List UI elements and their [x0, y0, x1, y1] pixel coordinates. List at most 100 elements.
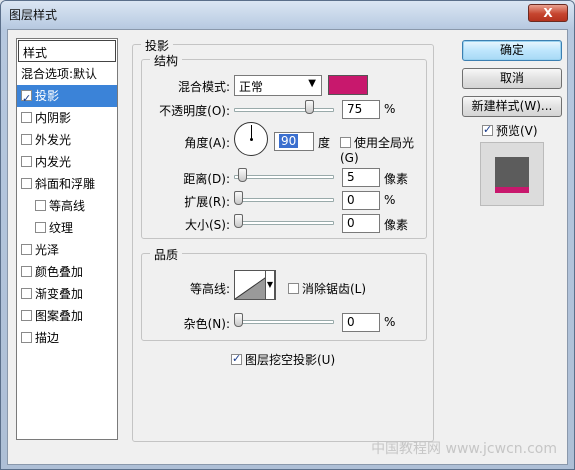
antialias-checkbox[interactable]: 消除锯齿(L): [288, 280, 366, 297]
global-light-label: 使用全局光(G): [340, 136, 415, 165]
noise-label: 杂色(N):: [183, 317, 230, 331]
sidebar-item-checkbox[interactable]: [21, 178, 32, 189]
sidebar-item[interactable]: 投影: [17, 85, 117, 110]
opacity-slider-track[interactable]: [234, 108, 334, 112]
sidebar-item-label: 渐变叠加: [35, 287, 84, 301]
opacity-input[interactable]: 75: [342, 100, 380, 119]
preview-check[interactable]: [482, 123, 493, 136]
new-style-button[interactable]: 新建样式(W)...: [462, 96, 562, 117]
sidebar-item-checkbox[interactable]: [21, 112, 32, 123]
sidebar-item[interactable]: 图案叠加: [17, 305, 117, 327]
structure-title: 结构: [150, 52, 183, 69]
drop-shadow-group: 投影 结构 混合模式: 正常 ▼ 不透明度(O): 75 % 角度(A): 90…: [132, 37, 434, 442]
chevron-down-icon: ▼: [266, 280, 274, 289]
sidebar-item-label: 等高线: [49, 199, 86, 213]
global-light-checkbox[interactable]: 使用全局光(G): [340, 134, 426, 165]
size-unit: 像素: [384, 218, 409, 232]
angle-value: 90: [279, 134, 299, 148]
noise-slider-thumb[interactable]: [234, 313, 243, 327]
opacity-unit: %: [384, 102, 396, 116]
opacity-label: 不透明度(O):: [159, 104, 230, 118]
sidebar-item-label: 纹理: [49, 221, 74, 235]
sidebar-item-label: 投影: [35, 89, 60, 103]
sidebar-item-checkbox[interactable]: [21, 266, 32, 277]
style-list-header[interactable]: 样式: [18, 40, 116, 62]
global-light-check[interactable]: [340, 137, 351, 148]
structure-group: 结构 混合模式: 正常 ▼ 不透明度(O): 75 % 角度(A): 90 度 …: [141, 52, 427, 239]
cancel-button[interactable]: 取消: [462, 68, 562, 89]
sidebar-item-checkbox[interactable]: [21, 332, 32, 343]
sidebar-item-label: 图案叠加: [35, 309, 84, 323]
sidebar-item[interactable]: 内阴影: [17, 107, 117, 129]
sidebar-item-checkbox[interactable]: [35, 200, 46, 211]
quality-group: 品质 等高线: ▼ 消除锯齿(L) 杂色(N): 0 %: [141, 246, 427, 341]
spread-slider-track[interactable]: [234, 198, 334, 202]
shadow-color-swatch[interactable]: [328, 75, 368, 95]
layer-style-dialog: 图层样式 X 样式 混合选项:默认投影内阴影外发光内发光斜面和浮雕等高线纹理光泽…: [0, 0, 575, 470]
noise-input[interactable]: 0: [342, 313, 380, 332]
sidebar-item-checkbox[interactable]: [21, 88, 32, 110]
distance-input[interactable]: 5: [342, 168, 380, 187]
sidebar-item-label: 斜面和浮雕: [35, 177, 96, 191]
distance-slider-track[interactable]: [234, 175, 334, 179]
preview-shadow: [495, 187, 529, 193]
opacity-slider-thumb[interactable]: [305, 100, 314, 114]
sidebar-item-label: 混合选项:默认: [21, 67, 98, 81]
distance-unit: 像素: [384, 172, 409, 186]
spread-label: 扩展(R):: [184, 195, 230, 209]
spread-unit: %: [384, 193, 396, 207]
close-button[interactable]: X: [528, 4, 568, 22]
sidebar-item[interactable]: 颜色叠加: [17, 261, 117, 283]
noise-slider-track[interactable]: [234, 320, 334, 324]
dialog-body: 样式 混合选项:默认投影内阴影外发光内发光斜面和浮雕等高线纹理光泽颜色叠加渐变叠…: [7, 29, 568, 465]
ok-button[interactable]: 确定: [462, 40, 562, 61]
title-bar[interactable]: 图层样式 X: [1, 1, 574, 27]
sidebar-item-checkbox[interactable]: [21, 288, 32, 299]
size-input[interactable]: 0: [342, 214, 380, 233]
size-slider-track[interactable]: [234, 221, 334, 225]
contour-dropdown-button[interactable]: ▼: [265, 270, 275, 300]
size-slider-thumb[interactable]: [234, 214, 243, 228]
sidebar-item[interactable]: 光泽: [17, 239, 117, 261]
distance-slider-thumb[interactable]: [238, 168, 247, 182]
sidebar-item[interactable]: 纹理: [17, 217, 117, 239]
sidebar-item-checkbox[interactable]: [21, 134, 32, 145]
angle-input[interactable]: 90: [274, 132, 314, 151]
sidebar-item[interactable]: 渐变叠加: [17, 283, 117, 305]
style-list-items: 混合选项:默认投影内阴影外发光内发光斜面和浮雕等高线纹理光泽颜色叠加渐变叠加图案…: [17, 63, 117, 349]
contour-label: 等高线:: [189, 282, 230, 296]
angle-dial[interactable]: [234, 122, 268, 156]
sidebar-item-checkbox[interactable]: [21, 244, 32, 255]
sidebar-item[interactable]: 斜面和浮雕: [17, 173, 117, 195]
angle-dial-center: [250, 138, 253, 141]
spread-slider-thumb[interactable]: [234, 191, 243, 205]
watermark: 中国教程网 www.jcwcn.com: [371, 441, 557, 457]
knockout-checkbox[interactable]: 图层挖空投影(U): [231, 351, 335, 368]
preview-checkbox[interactable]: 预览(V): [482, 122, 538, 139]
blend-mode-value: 正常: [239, 80, 264, 94]
sidebar-item-checkbox[interactable]: [21, 156, 32, 167]
distance-label: 距离(D):: [183, 172, 230, 186]
size-label: 大小(S):: [184, 218, 230, 232]
sidebar-item[interactable]: 外发光: [17, 129, 117, 151]
sidebar-item[interactable]: 混合选项:默认: [17, 63, 117, 85]
style-list: 样式 混合选项:默认投影内阴影外发光内发光斜面和浮雕等高线纹理光泽颜色叠加渐变叠…: [16, 38, 118, 440]
sidebar-item-label: 颜色叠加: [35, 265, 84, 279]
sidebar-item-label: 描边: [35, 331, 60, 345]
antialias-check[interactable]: [288, 283, 299, 294]
knockout-check[interactable]: [231, 352, 242, 365]
blend-mode-select[interactable]: 正常 ▼: [234, 75, 322, 96]
noise-unit: %: [384, 315, 396, 329]
spread-input[interactable]: 0: [342, 191, 380, 210]
blend-mode-label: 混合模式:: [177, 80, 230, 94]
sidebar-item[interactable]: 内发光: [17, 151, 117, 173]
angle-unit: 度: [318, 136, 331, 150]
chevron-down-icon: ▼: [308, 78, 316, 89]
sidebar-item-checkbox[interactable]: [35, 222, 46, 233]
sidebar-item[interactable]: 描边: [17, 327, 117, 349]
sidebar-item-checkbox[interactable]: [21, 310, 32, 321]
sidebar-item[interactable]: 等高线: [17, 195, 117, 217]
dialog-title: 图层样式: [9, 8, 58, 22]
sidebar-item-label: 外发光: [35, 133, 72, 147]
sidebar-item-label: 光泽: [35, 243, 60, 257]
